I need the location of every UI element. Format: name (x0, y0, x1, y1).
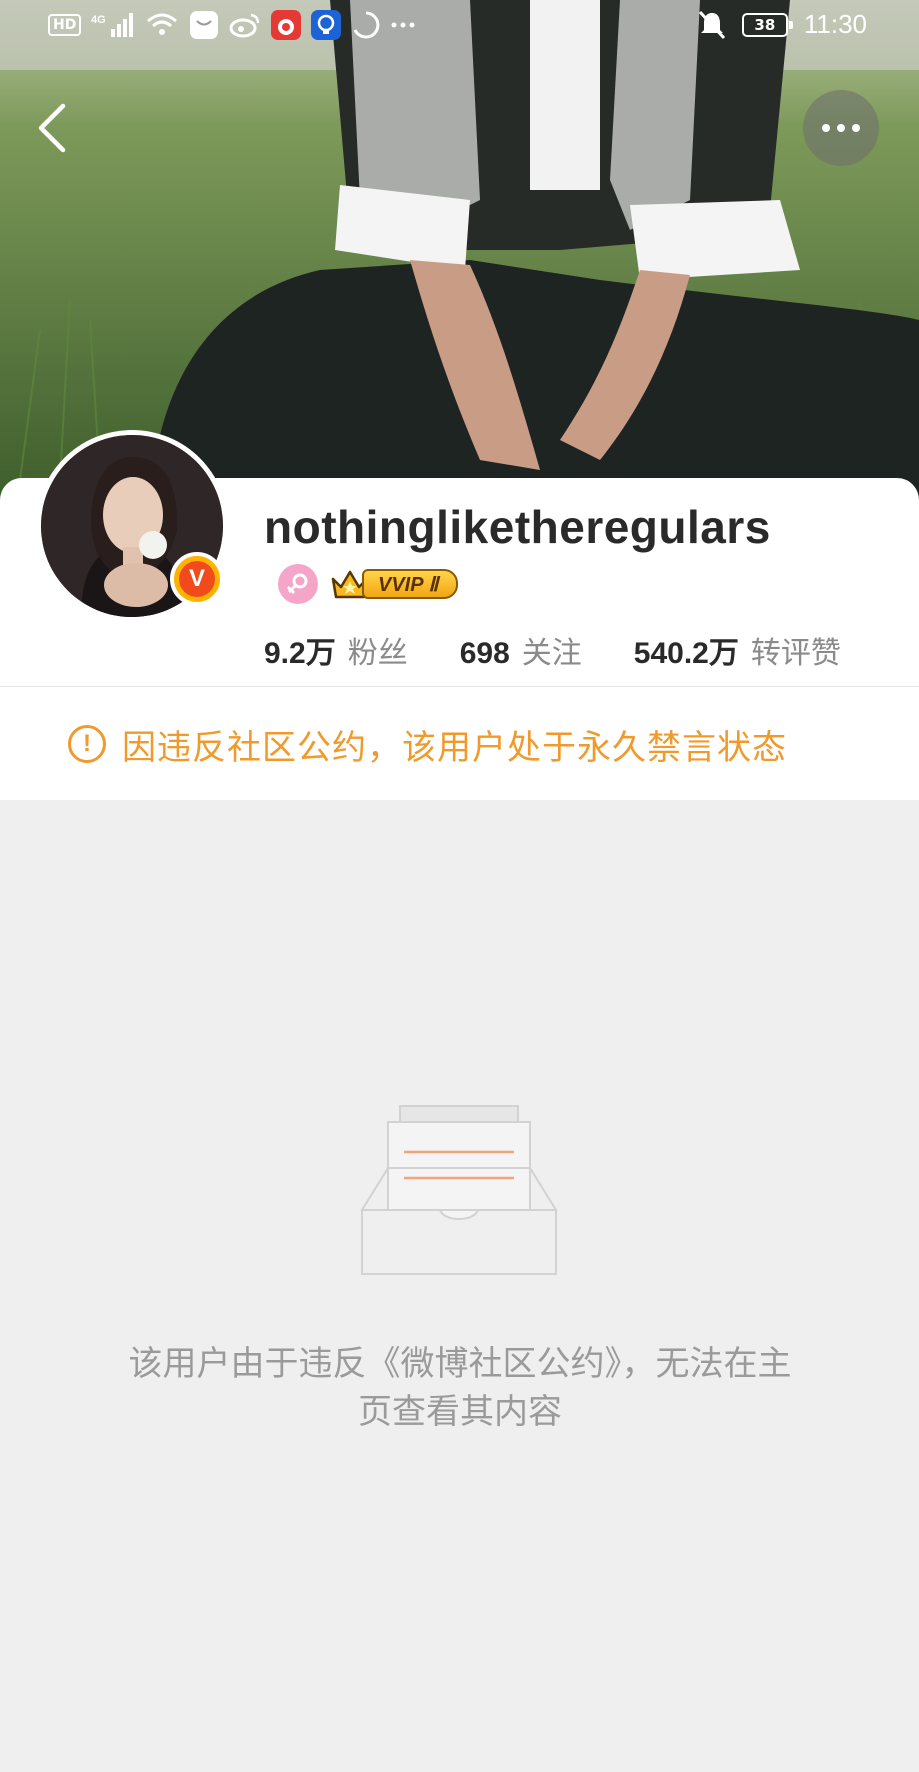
divider (0, 686, 919, 687)
clock: 11:30 (803, 9, 867, 39)
more-notifications-icon (391, 10, 415, 40)
username: nothingliketheregulars (264, 501, 771, 553)
cover-photo (0, 0, 919, 500)
empty-state-line-2: 页查看其内容 (358, 1392, 562, 1432)
chevron-left-icon (38, 103, 66, 153)
stat-value: 698 (459, 637, 510, 670)
stats-row: 9.2万 粉丝 698 关注 540.2万 转评赞 (264, 628, 893, 672)
more-button[interactable] (803, 90, 879, 166)
mute-icon (698, 10, 726, 40)
ban-notice-text: 因违反社区公约，该用户处于永久禁言状态 (122, 727, 787, 768)
badge-row: VVIP Ⅱ (278, 564, 459, 604)
verified-badge-icon: V (170, 552, 224, 606)
app-icon (271, 10, 302, 40)
stat-label: 关注 (521, 636, 582, 671)
stat-label: 转评赞 (750, 636, 841, 671)
empty-state-message: 该用户由于违反《微博社区公约》，无法在主 页查看其内容 (60, 1340, 860, 1436)
stat-value: 9.2万 (264, 637, 336, 670)
warning-icon: ! (68, 725, 106, 763)
hd-icon: HD (48, 14, 82, 36)
message-icon (189, 10, 219, 40)
weibo-icon (229, 10, 261, 40)
wifi-icon (145, 10, 179, 40)
empty-box-icon (360, 1100, 560, 1284)
stat-value: 540.2万 (633, 637, 739, 670)
loading-icon (351, 10, 381, 40)
empty-state-line-1: 该用户由于违反《微博社区公约》，无法在主 (128, 1344, 792, 1384)
vvip-badge[interactable]: VVIP Ⅱ (330, 567, 459, 601)
bulb-icon (311, 10, 342, 40)
empty-state (0, 800, 919, 1772)
stat-followers[interactable]: 9.2万 粉丝 (264, 628, 408, 672)
svg-text:4G: 4G (91, 14, 106, 26)
stat-label: 粉丝 (347, 636, 408, 671)
stat-following[interactable]: 698 关注 (460, 628, 582, 672)
status-bar: HD 4G 38 11:30 (0, 0, 919, 54)
ban-notice: ! 因违反社区公约，该用户处于永久禁言状态 (0, 688, 919, 800)
stat-interactions[interactable]: 540.2万 转评赞 (634, 628, 841, 672)
cover-photo-image (0, 0, 919, 500)
battery-icon: 38 (741, 12, 793, 37)
ellipsis-icon (822, 124, 830, 132)
signal-icon: 4G (91, 10, 135, 40)
vvip-label: VVIP Ⅱ (362, 569, 459, 599)
female-icon (278, 564, 318, 604)
back-button[interactable] (24, 92, 80, 164)
